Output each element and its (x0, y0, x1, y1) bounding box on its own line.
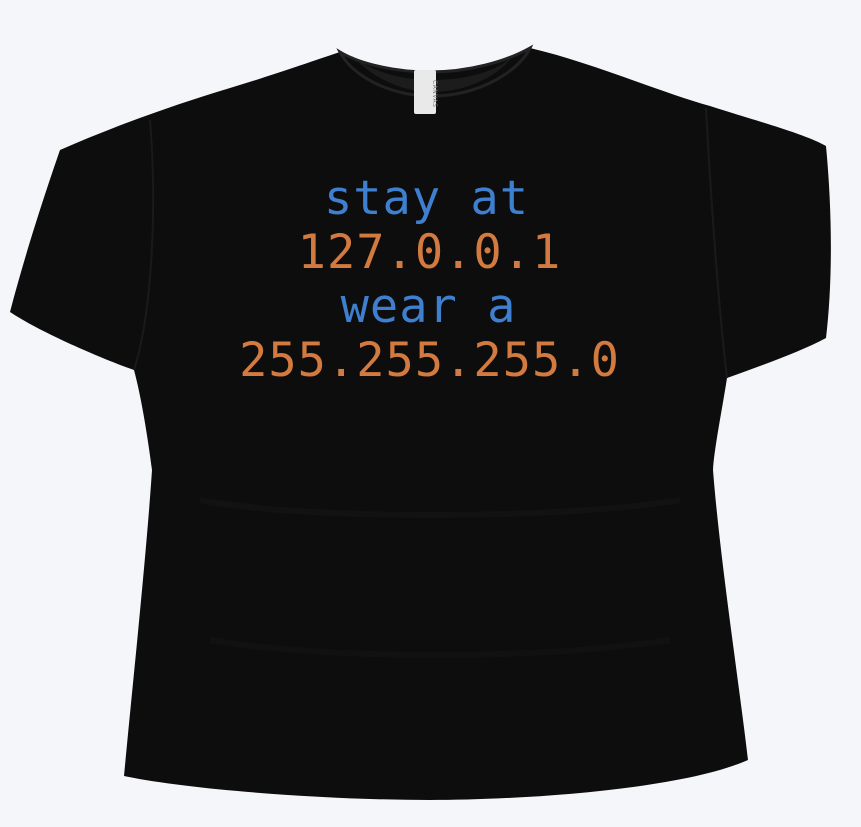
print-line-1: stay at (323, 171, 530, 226)
t-shirt-illustration (10, 44, 831, 800)
shirt-print-text: stay at 127.0.0.1 wear a 255.255.255.0 (0, 172, 861, 388)
print-line-2: 127.0.0.1 (297, 225, 562, 280)
print-line-4: 255.255.255.0 (239, 333, 620, 388)
print-line-3: wear a (340, 279, 517, 334)
neck-label-text: CANVAS (431, 80, 438, 108)
product-photo: CANVAS stay at 127.0.0.1 wear a 255.255.… (0, 0, 861, 827)
t-shirt-body (10, 48, 831, 800)
